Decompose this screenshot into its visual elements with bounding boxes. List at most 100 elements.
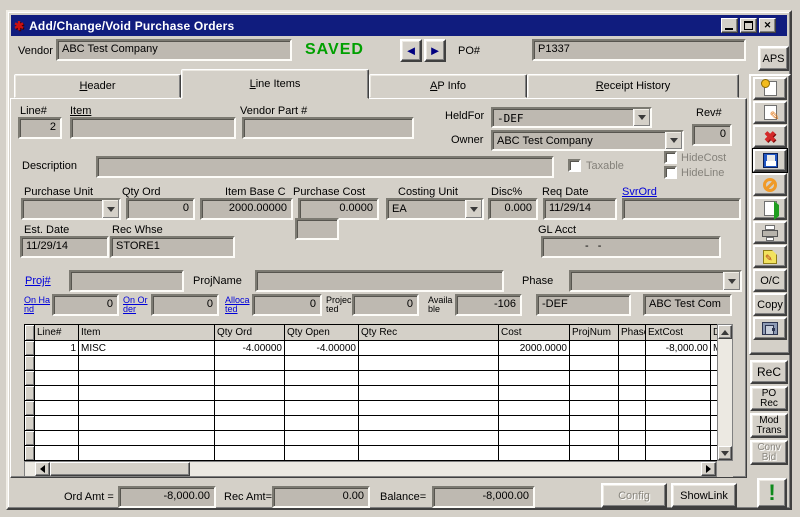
proj-name-label: ProjName — [193, 275, 251, 287]
notes-button[interactable]: ✎ — [753, 245, 787, 268]
scroll-up-button[interactable] — [718, 325, 732, 339]
scroll-down-button[interactable] — [718, 446, 732, 460]
table-empty-row[interactable] — [25, 386, 718, 401]
on-order-link[interactable]: On Order — [123, 296, 151, 314]
rec-button[interactable]: ReC — [750, 360, 788, 384]
row-selector[interactable] — [25, 341, 35, 356]
save-button[interactable] — [753, 149, 787, 172]
heldfor-display-field[interactable]: -DEF — [536, 294, 631, 316]
scroll-right-button[interactable] — [701, 462, 716, 476]
allocated-field[interactable]: 0 — [252, 294, 322, 316]
exclamation-button[interactable]: ! — [757, 478, 787, 508]
svrord-link[interactable]: SvrOrd — [622, 186, 657, 198]
dropdown-arrow-icon[interactable] — [665, 132, 682, 149]
dropdown-arrow-icon[interactable] — [633, 109, 650, 126]
prev-record-button[interactable]: ◄ — [400, 39, 422, 62]
available-field[interactable]: -106 — [455, 294, 522, 316]
gl-acct-field[interactable]: - - — [541, 236, 721, 258]
scroll-thumb[interactable] — [50, 462, 190, 476]
heldfor-dropdown[interactable]: -DEF — [491, 107, 652, 128]
scroll-left-button[interactable] — [35, 462, 50, 476]
purchase-cost-label: Purchase Cost — [293, 186, 365, 198]
table-horizontal-scrollbar[interactable] — [24, 461, 717, 477]
minimize-button[interactable] — [721, 18, 738, 33]
item-label[interactable]: Item — [70, 105, 91, 117]
table-empty-row[interactable] — [25, 416, 718, 431]
description-field[interactable] — [96, 156, 554, 178]
req-date-field[interactable]: 11/29/14 — [543, 198, 617, 220]
dropdown-arrow-icon[interactable] — [465, 200, 482, 218]
small-blank-field[interactable] — [295, 218, 339, 240]
maximize-button[interactable] — [740, 18, 757, 33]
owner-display-field[interactable]: ABC Test Com — [643, 294, 732, 316]
vault-button[interactable] — [753, 317, 787, 340]
allocated-link[interactable]: Allocated — [225, 296, 251, 314]
next-arrow-icon: ► — [429, 44, 442, 57]
copy-button[interactable]: Copy — [753, 293, 787, 316]
close-button[interactable]: ✕ — [759, 18, 776, 33]
proj-number-link[interactable]: Proj# — [25, 275, 51, 287]
oc-button[interactable]: O/C — [753, 269, 787, 292]
conv-bid-button[interactable]: Conv Bid — [750, 440, 788, 465]
line-number-field[interactable]: 2 — [18, 117, 62, 139]
dropdown-arrow-icon[interactable] — [723, 272, 740, 290]
cancel-button[interactable] — [753, 173, 787, 196]
new-document-button[interactable] — [753, 77, 787, 100]
exit-form-button[interactable] — [753, 197, 787, 220]
edit-button[interactable]: ✎ — [753, 101, 787, 124]
title-bar[interactable]: ✱ Add/Change/Void Purchase Orders ✕ — [11, 15, 787, 36]
table-empty-row[interactable] — [25, 371, 718, 386]
aps-button[interactable]: APS — [758, 46, 789, 71]
taxable-checkbox[interactable] — [568, 159, 581, 172]
tab-receipt-history[interactable]: Receipt History — [527, 74, 739, 98]
next-record-button[interactable]: ► — [424, 39, 446, 62]
showlink-button[interactable]: ShowLink — [671, 483, 737, 508]
tab-line-items[interactable]: Line Items — [181, 69, 369, 99]
table-empty-row[interactable] — [25, 431, 718, 446]
table-vertical-scrollbar[interactable] — [717, 324, 733, 461]
config-button[interactable]: Config — [601, 483, 667, 508]
exclamation-icon: ! — [768, 482, 775, 504]
disc-field[interactable]: 0.000 — [488, 198, 538, 220]
purchase-cost-field[interactable]: 0.0000 — [298, 198, 379, 220]
hidecost-label: HideCost — [681, 152, 726, 164]
est-date-field[interactable]: 11/29/14 — [20, 236, 109, 258]
print-button[interactable] — [753, 221, 787, 244]
tab-ap-info[interactable]: AP Info — [369, 74, 527, 98]
scrollbar-corner — [717, 461, 733, 477]
hideline-checkbox[interactable] — [664, 166, 677, 179]
item-base-cost-field[interactable]: 2000.00000 — [200, 198, 293, 220]
mod-trans-button[interactable]: Mod Trans — [750, 413, 788, 438]
proj-name-field[interactable] — [255, 270, 504, 292]
rec-whse-field[interactable]: STORE1 — [110, 236, 235, 258]
costing-unit-dropdown[interactable]: EA — [386, 198, 484, 220]
table-empty-row[interactable] — [25, 356, 718, 371]
table-row[interactable]: 1 MISC -4.00000 -4.00000 2000.0000 -8,00… — [25, 341, 718, 356]
rec-amt-field: 0.00 — [272, 486, 370, 508]
purchase-unit-dropdown[interactable] — [21, 198, 121, 220]
on-order-field[interactable]: 0 — [151, 294, 219, 316]
owner-dropdown[interactable]: ABC Test Company — [491, 130, 684, 151]
on-hand-field[interactable]: 0 — [52, 294, 119, 316]
qty-ord-field[interactable]: 0 — [126, 198, 195, 220]
vendor-label: Vendor — [18, 45, 53, 57]
vendor-part-field[interactable] — [242, 117, 414, 139]
table-empty-row[interactable] — [25, 446, 718, 461]
on-hand-link[interactable]: On Hand — [24, 296, 50, 314]
phase-dropdown[interactable] — [569, 270, 742, 292]
tab-header[interactable]: Header — [14, 74, 181, 98]
hidecost-checkbox[interactable] — [664, 151, 677, 164]
vendor-field[interactable]: ABC Test Company — [56, 39, 292, 61]
po-number-field[interactable]: P1337 — [532, 39, 746, 61]
proj-number-field[interactable] — [69, 270, 184, 292]
delete-button[interactable]: ✖ — [753, 125, 787, 148]
po-rec-button[interactable]: PO Rec — [750, 386, 788, 411]
projected-field[interactable]: 0 — [352, 294, 419, 316]
item-field[interactable] — [70, 117, 236, 139]
table-empty-row[interactable] — [25, 401, 718, 416]
document-coin-icon — [764, 81, 777, 96]
rev-field[interactable]: 0 — [692, 124, 732, 146]
svrord-field[interactable] — [622, 198, 741, 220]
dropdown-arrow-icon[interactable] — [102, 200, 119, 218]
line-items-table: Line# Item Qty Ord Qty Open Qty Rec Cost… — [24, 324, 718, 461]
